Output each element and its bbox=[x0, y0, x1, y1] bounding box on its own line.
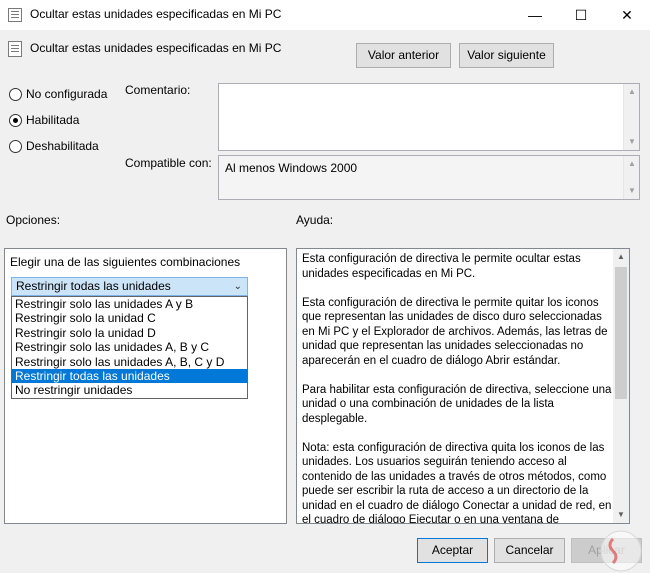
radio-circle[interactable] bbox=[9, 114, 22, 127]
options-label: Opciones: bbox=[6, 213, 61, 227]
previous-setting-button[interactable]: Valor anterior bbox=[356, 43, 451, 68]
close-button[interactable]: ✕ bbox=[604, 0, 650, 30]
help-label: Ayuda: bbox=[296, 213, 334, 227]
options-instruction: Elegir una de las siguientes combinacion… bbox=[10, 255, 241, 269]
radio-circle[interactable] bbox=[9, 140, 22, 153]
radio-label: No configurada bbox=[26, 87, 108, 101]
comment-field[interactable]: ▲ ▼ bbox=[218, 83, 640, 151]
next-setting-button[interactable]: Valor siguiente bbox=[459, 43, 554, 68]
compatible-label: Compatible con: bbox=[125, 156, 212, 170]
drive-dropdown-list[interactable]: Restringir solo las unidades A y B Restr… bbox=[11, 296, 248, 399]
watermark-logo bbox=[600, 530, 642, 572]
dropdown-item[interactable]: Restringir solo las unidades A y B bbox=[12, 297, 247, 311]
title-bar: Ocultar estas unidades especificadas en … bbox=[0, 0, 650, 30]
help-paragraph: Esta configuración de directiva le permi… bbox=[302, 253, 581, 280]
scroll-up-icon[interactable]: ▲ bbox=[624, 156, 640, 172]
help-paragraph: Nota: esta configuración de directiva qu… bbox=[302, 441, 612, 524]
radio-label: Habilitada bbox=[26, 113, 80, 127]
help-scrollbar[interactable]: ▲ ▼ bbox=[613, 249, 629, 523]
combo-selected-value: Restringir todas las unidades bbox=[16, 279, 171, 293]
compatible-value: Al menos Windows 2000 bbox=[225, 161, 358, 175]
dropdown-item[interactable]: Restringir solo las unidades A, B y C bbox=[12, 340, 247, 354]
accept-button[interactable]: Aceptar bbox=[417, 538, 488, 563]
scroll-down-icon[interactable]: ▼ bbox=[624, 183, 640, 199]
help-text: Esta configuración de directiva le permi… bbox=[302, 252, 612, 524]
drive-combo-box[interactable]: Restringir todas las unidades ⌄ bbox=[11, 277, 248, 296]
dropdown-item-highlighted[interactable]: Restringir todas las unidades bbox=[12, 368, 247, 384]
comment-label: Comentario: bbox=[125, 83, 191, 97]
help-paragraph: Para habilitar esta configuración de dir… bbox=[302, 383, 612, 425]
scroll-up-icon[interactable]: ▲ bbox=[613, 249, 629, 265]
options-panel: Elegir una de las siguientes combinacion… bbox=[4, 248, 287, 524]
radio-label: Deshabilitada bbox=[26, 139, 99, 153]
compatible-scrollbar[interactable]: ▲ ▼ bbox=[623, 156, 639, 199]
compatible-field: Al menos Windows 2000 ▲ ▼ bbox=[218, 155, 640, 200]
cancel-button[interactable]: Cancelar bbox=[494, 538, 565, 563]
radio-circle[interactable] bbox=[9, 88, 22, 101]
minimize-button[interactable]: — bbox=[512, 0, 558, 30]
chevron-down-icon[interactable]: ⌄ bbox=[234, 278, 242, 295]
dropdown-item[interactable]: No restringir unidades bbox=[12, 383, 247, 397]
dropdown-item[interactable]: Restringir solo la unidad C bbox=[12, 311, 247, 325]
setting-icon bbox=[8, 41, 22, 57]
scroll-down-icon[interactable]: ▼ bbox=[624, 134, 640, 150]
policy-icon bbox=[8, 8, 22, 22]
help-paragraph: Esta configuración de directiva le permi… bbox=[302, 296, 608, 367]
maximize-button[interactable]: ☐ bbox=[558, 0, 604, 30]
scroll-up-icon[interactable]: ▲ bbox=[624, 84, 640, 100]
scrollbar-thumb[interactable] bbox=[615, 267, 627, 399]
setting-title: Ocultar estas unidades especificadas en … bbox=[30, 41, 282, 55]
help-panel: Esta configuración de directiva le permi… bbox=[296, 248, 630, 524]
dropdown-item[interactable]: Restringir solo la unidad D bbox=[12, 326, 247, 340]
dropdown-item[interactable]: Restringir solo las unidades A, B, C y D bbox=[12, 355, 247, 369]
window-title: Ocultar estas unidades especificadas en … bbox=[30, 7, 282, 21]
comment-scrollbar[interactable]: ▲ ▼ bbox=[623, 84, 639, 150]
radio-selected-dot bbox=[13, 118, 18, 123]
